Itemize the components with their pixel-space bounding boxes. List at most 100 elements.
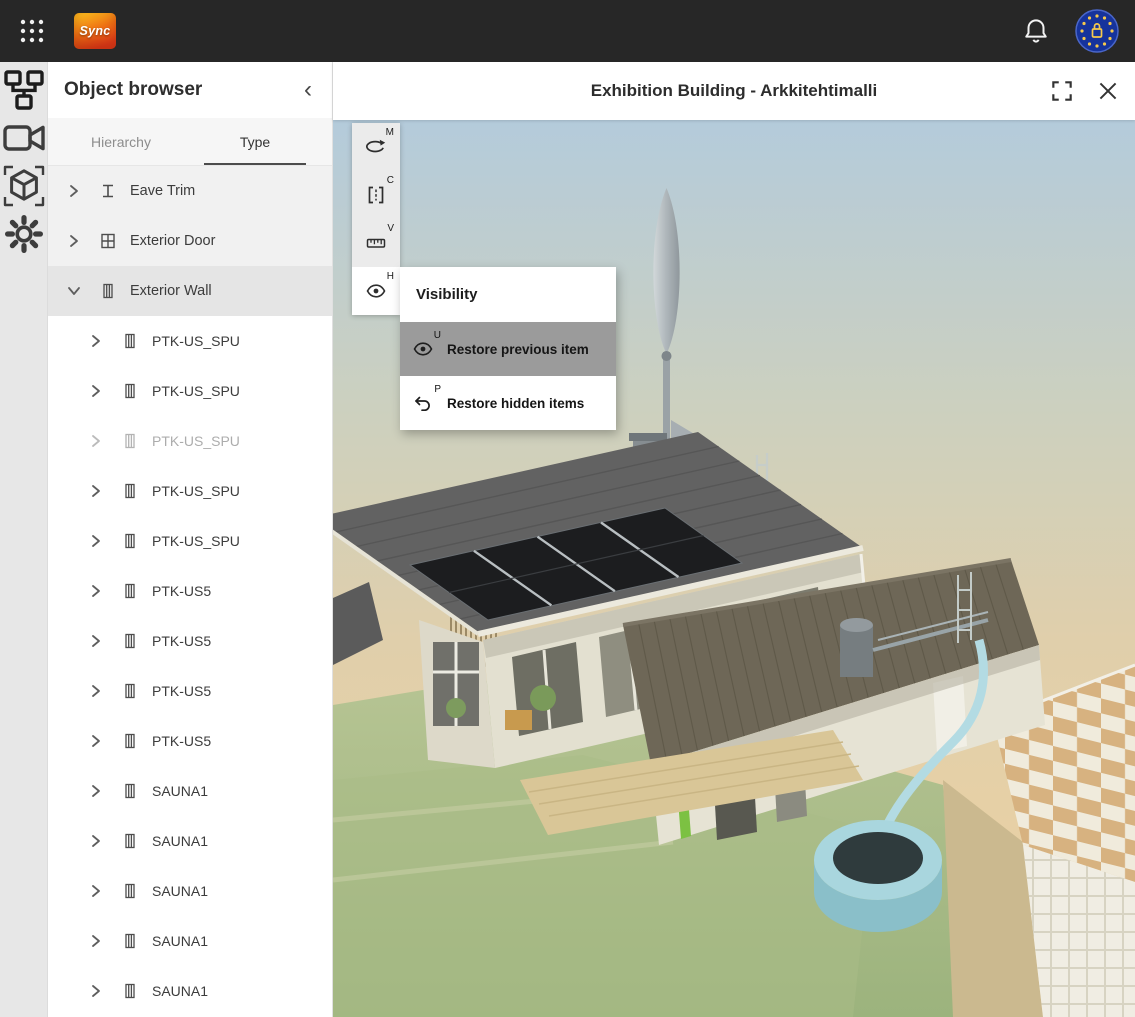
node-type-icon	[120, 981, 140, 1001]
viewport: Exhibition Building - Arkkitehtimalli	[333, 62, 1135, 1017]
user-avatar[interactable]	[1075, 9, 1119, 53]
tree-row[interactable]: SAUNA1	[48, 966, 332, 1016]
camera-views-icon[interactable]	[0, 114, 48, 162]
node-type-icon	[120, 731, 140, 751]
tab-label: Hierarchy	[91, 134, 151, 150]
tree-row[interactable]: PTK-US5	[48, 566, 332, 616]
topbar-right	[1021, 9, 1119, 53]
chevron-right-icon[interactable]	[86, 331, 106, 351]
tree-row[interactable]: PTK-US5	[48, 616, 332, 666]
node-type-icon	[120, 831, 140, 851]
3d-model-render[interactable]	[333, 120, 1135, 1017]
tree-row-label: SAUNA1	[152, 933, 208, 949]
chevron-right-icon[interactable]	[86, 681, 106, 701]
chevron-right-icon[interactable]	[64, 231, 84, 251]
tree-row[interactable]: PTK-US_SPU	[48, 466, 332, 516]
object-browser-rail-icon[interactable]	[0, 66, 48, 114]
orbit-tool-button[interactable]: M	[352, 123, 400, 171]
notifications-bell-icon[interactable]	[1021, 16, 1051, 46]
menu-item-label: Restore previous item	[447, 342, 589, 357]
chevron-right-icon[interactable]	[86, 581, 106, 601]
tree-row-label: PTK-US5	[152, 633, 211, 649]
node-type-icon	[98, 231, 118, 251]
tree-row-label: PTK-US_SPU	[152, 383, 240, 399]
chevron-right-icon[interactable]	[64, 181, 84, 201]
close-icon[interactable]	[1095, 78, 1121, 104]
node-type-icon	[120, 331, 140, 351]
tree-row-label: SAUNA1	[152, 833, 208, 849]
fullscreen-icon[interactable]	[1049, 78, 1075, 104]
node-type-icon	[120, 381, 140, 401]
visibility-menu-item[interactable]: U Restore previous item	[400, 322, 616, 376]
tree-row-label: PTK-US5	[152, 583, 211, 599]
tree-row[interactable]: SAUNA1	[48, 766, 332, 816]
node-type-icon	[120, 931, 140, 951]
tree-row[interactable]: PTK-US_SPU	[48, 416, 332, 466]
sync-logo[interactable]: Sync	[74, 13, 116, 49]
tab-type[interactable]: Type	[188, 118, 322, 165]
settings-gear-icon[interactable]	[0, 210, 48, 258]
tree-row[interactable]: Exterior Wall	[48, 266, 332, 316]
chevron-right-icon[interactable]	[86, 981, 106, 1001]
menu-item-label: Restore hidden items	[447, 396, 584, 411]
tool-icon	[365, 232, 387, 254]
node-type-icon	[120, 631, 140, 651]
chevron-right-icon[interactable]	[86, 731, 106, 751]
node-type-icon	[120, 681, 140, 701]
chevron-right-icon[interactable]	[86, 381, 106, 401]
tool-icon	[365, 184, 387, 206]
node-type-icon	[120, 431, 140, 451]
apps-grid-icon[interactable]	[16, 15, 48, 47]
tree-row-label: SAUNA1	[152, 783, 208, 799]
object-browser-panel: Object browser ‹ Hierarchy Type	[48, 62, 333, 1017]
tree-row[interactable]: Eave Trim	[48, 166, 332, 216]
tree-row-label: Exterior Door	[130, 233, 215, 249]
tree-row[interactable]: SAUNA1	[48, 916, 332, 966]
viewport-title: Exhibition Building - Arkkitehtimalli	[333, 81, 1135, 101]
chevron-right-icon[interactable]	[86, 931, 106, 951]
chevron-right-icon[interactable]	[86, 781, 106, 801]
collapse-panel-icon[interactable]: ‹	[298, 78, 318, 102]
tool-icon	[365, 280, 387, 302]
menu-item-shortcut: P	[434, 384, 441, 395]
chevron-right-icon[interactable]	[86, 631, 106, 651]
chevron-right-icon[interactable]	[86, 481, 106, 501]
tree-row[interactable]: PTK-US_SPU	[48, 516, 332, 566]
tree-row[interactable]: PTK-US5	[48, 666, 332, 716]
tree-row[interactable]: PTK-US_SPU	[48, 316, 332, 366]
visibility-menu: Visibility U Restore previous item	[400, 267, 616, 430]
node-type-icon	[98, 181, 118, 201]
chevron-right-icon[interactable]	[86, 431, 106, 451]
left-rail	[0, 62, 48, 1017]
node-type-icon	[120, 781, 140, 801]
tree-row[interactable]: SAUNA1	[48, 866, 332, 916]
chevron-right-icon[interactable]	[86, 881, 106, 901]
tree-row[interactable]: SAUNA1	[48, 816, 332, 866]
tree-row-label: PTK-US5	[152, 733, 211, 749]
chevron-right-icon[interactable]	[86, 531, 106, 551]
tree-row-label: SAUNA1	[152, 883, 208, 899]
tab-hierarchy[interactable]: Hierarchy	[54, 118, 188, 165]
tabs: Hierarchy Type	[48, 118, 332, 166]
tree-row[interactable]: Exterior Door	[48, 216, 332, 266]
menu-item-icon: U	[412, 338, 434, 360]
visibility-menu-items: U Restore previous item P Restore hidden…	[400, 322, 616, 430]
tree-row[interactable]: PTK-US5	[48, 716, 332, 766]
tree-row-label: SAUNA1	[152, 983, 208, 999]
visibility-menu-item[interactable]: P Restore hidden items	[400, 376, 616, 430]
visibility-menu-title: Visibility	[400, 267, 616, 322]
model-viewer-icon[interactable]	[0, 162, 48, 210]
object-browser-header: Object browser ‹	[48, 62, 332, 118]
tree-row-label: Eave Trim	[130, 183, 195, 199]
chevron-right-icon[interactable]	[64, 281, 84, 301]
node-type-icon	[120, 881, 140, 901]
measure-tool-button[interactable]: V	[352, 219, 400, 267]
chevron-right-icon[interactable]	[86, 831, 106, 851]
tree-row-label: PTK-US_SPU	[152, 333, 240, 349]
visibility-tool-button[interactable]: H	[352, 267, 400, 315]
section-tool-button[interactable]: C	[352, 171, 400, 219]
tree-row[interactable]: PTK-US_SPU	[48, 366, 332, 416]
tree-row-label: PTK-US_SPU	[152, 533, 240, 549]
tree-row-label: PTK-US_SPU	[152, 483, 240, 499]
node-type-icon	[120, 481, 140, 501]
